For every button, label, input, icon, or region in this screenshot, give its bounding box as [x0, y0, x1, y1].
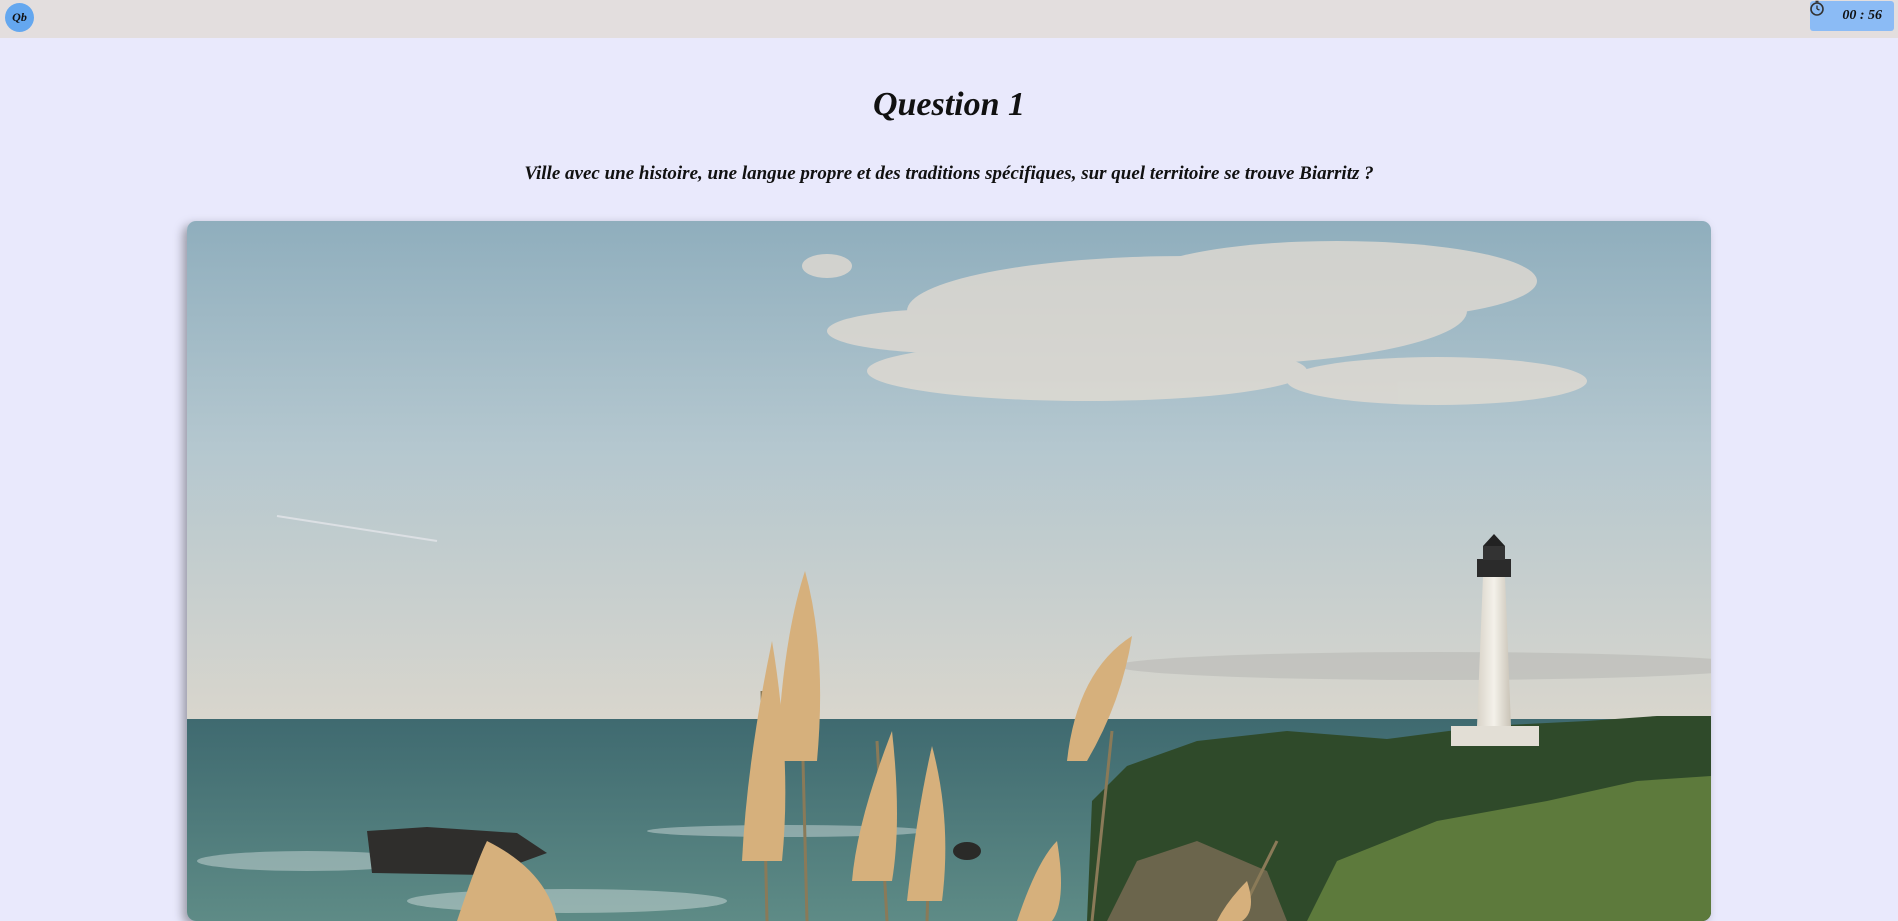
question-text: Ville avec une histoire, une langue prop…: [524, 163, 1374, 184]
top-bar: Qb 00 : 56: [0, 0, 1898, 38]
app-logo[interactable]: Qb: [5, 3, 34, 32]
timer-value: 00 : 56: [1842, 8, 1882, 23]
question-image: [187, 221, 1711, 921]
question-title: Question 1: [872, 86, 1026, 123]
stopwatch-icon: [1810, 0, 1824, 16]
lighthouse-coast-photo: [187, 221, 1711, 921]
countdown-timer: 00 : 56: [1810, 0, 1894, 31]
